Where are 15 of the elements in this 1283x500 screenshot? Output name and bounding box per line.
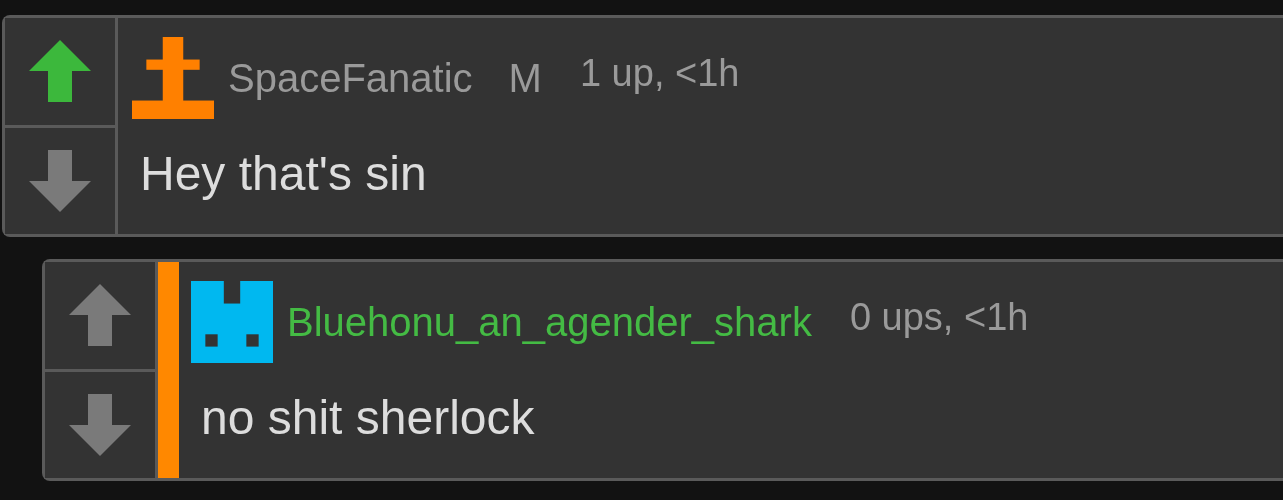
avatar-icon[interactable] <box>132 37 214 119</box>
up-arrow-icon <box>69 284 131 347</box>
downvote-button[interactable] <box>5 124 115 234</box>
comment-text: Hey that's sin <box>139 146 428 201</box>
comment-text: no shit sherlock <box>200 390 536 445</box>
down-arrow-icon <box>29 149 91 212</box>
avatar-icon[interactable] <box>191 281 273 363</box>
up-arrow-icon <box>29 40 91 103</box>
username-link[interactable]: Bluehonu_an_agender_shark <box>287 299 812 345</box>
user-flag-label: M <box>508 55 542 101</box>
comment-meta: 0 ups, <1h <box>849 295 1029 339</box>
down-arrow-icon <box>69 393 131 456</box>
downvote-button[interactable] <box>45 368 155 478</box>
comment-meta: 1 up, <1h <box>579 51 740 95</box>
username-link[interactable]: SpaceFanatic <box>228 55 473 101</box>
